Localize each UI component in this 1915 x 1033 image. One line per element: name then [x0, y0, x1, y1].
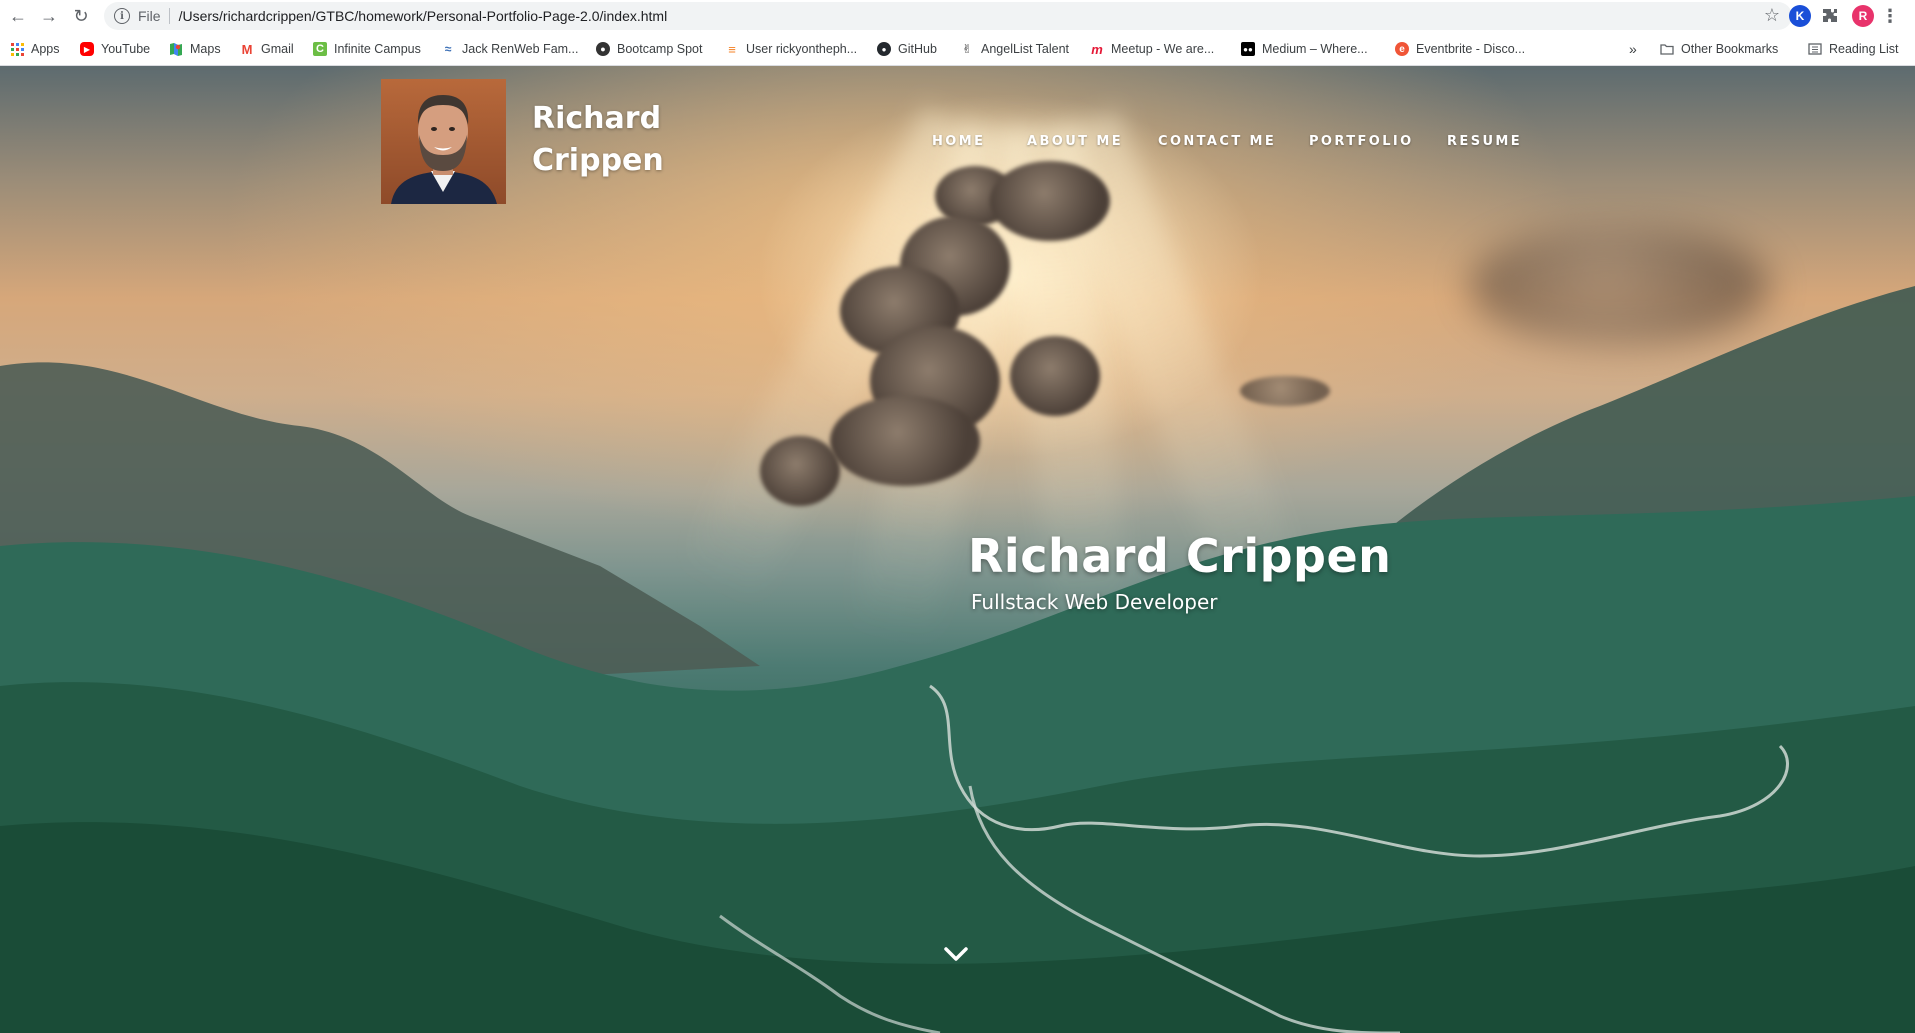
url-separator — [168, 8, 170, 24]
maps-icon — [169, 42, 183, 56]
stackoverflow-icon: ≡ — [728, 41, 736, 57]
bookmark-label: Other Bookmarks — [1681, 42, 1779, 56]
nav-contact-me[interactable]: CONTACT ME — [1158, 134, 1276, 149]
bookmark-label: Jack RenWeb Fam... — [462, 42, 579, 56]
reading-list-button[interactable]: Reading List — [1808, 32, 1899, 66]
bookmark-label: Apps — [31, 42, 60, 56]
renweb-icon: ≈ — [444, 42, 452, 56]
github-icon: ● — [877, 42, 891, 56]
back-arrow-icon[interactable]: ← — [6, 4, 30, 28]
site-navigation: HOME ABOUT ME CONTACT ME PORTFOLIO RESUM… — [0, 134, 1915, 158]
apps-grid-icon — [10, 42, 24, 56]
chevron-down-icon[interactable] — [941, 942, 971, 966]
eventbrite-icon: e — [1395, 42, 1409, 56]
youtube-icon: ▶ — [80, 42, 94, 56]
bookmark-maps[interactable]: Maps — [169, 32, 221, 66]
bookmark-github[interactable]: ● GitHub — [877, 32, 937, 66]
bookmarks-overflow-button[interactable]: » — [1629, 32, 1637, 66]
site-info-icon[interactable]: i — [114, 8, 130, 24]
profile-avatar[interactable]: R — [1852, 5, 1874, 27]
forward-arrow-icon[interactable]: → — [37, 4, 61, 28]
nav-home[interactable]: HOME — [932, 134, 985, 149]
bookmark-label: Bootcamp Spot — [617, 42, 703, 56]
folder-icon — [1660, 42, 1674, 56]
bookmark-label: AngelList Talent — [981, 42, 1070, 56]
bookmark-label: YouTube — [101, 42, 151, 56]
bookmark-meetup[interactable]: m Meetup - We are... — [1090, 32, 1214, 66]
address-bar[interactable]: i File /Users/richardcrippen/GTBC/homewo… — [104, 2, 1792, 30]
bookmark-apps[interactable]: Apps — [10, 32, 60, 66]
bookmark-infinite-campus[interactable]: C Infinite Campus — [313, 32, 421, 66]
bookmark-angellist[interactable]: ✌ AngelList Talent — [960, 32, 1069, 66]
nav-resume[interactable]: RESUME — [1447, 134, 1522, 149]
bookmark-eventbrite[interactable]: e Eventbrite - Disco... — [1395, 32, 1525, 66]
bookmark-star-icon[interactable]: ☆ — [1764, 5, 1780, 26]
bootcamp-spot-icon: ● — [596, 42, 610, 56]
mountain-landscape — [0, 286, 1915, 1033]
gmail-icon: M — [241, 41, 253, 57]
bookmark-stackoverflow[interactable]: ≡ User rickyontheph... — [725, 32, 857, 66]
kebab-menu-icon[interactable]: ⋮ — [1881, 5, 1899, 27]
reading-list-icon — [1808, 42, 1822, 56]
bookmark-label: Reading List — [1829, 42, 1899, 56]
bookmark-medium[interactable]: ●● Medium – Where... — [1241, 32, 1368, 66]
bookmark-label: Eventbrite - Disco... — [1416, 42, 1526, 56]
bookmark-label: User rickyontheph... — [746, 42, 858, 56]
hero-section: Richard Crippen HOME ABOUT ME CONTACT ME… — [0, 66, 1915, 1033]
extension-k-icon[interactable]: K — [1789, 5, 1811, 27]
medium-icon: ●● — [1241, 42, 1255, 56]
meetup-icon: m — [1091, 41, 1103, 57]
bookmark-renweb[interactable]: ≈ Jack RenWeb Fam... — [441, 32, 579, 66]
overflow-chevron-icon: » — [1629, 41, 1637, 57]
bookmark-bootcamp-spot[interactable]: ● Bootcamp Spot — [596, 32, 702, 66]
reload-icon[interactable]: ↻ — [69, 4, 93, 28]
nav-portfolio[interactable]: PORTFOLIO — [1309, 134, 1414, 149]
bookmark-label: Meetup - We are... — [1111, 42, 1215, 56]
nav-about-me[interactable]: ABOUT ME — [1027, 134, 1123, 149]
bookmark-gmail[interactable]: M Gmail — [240, 32, 294, 66]
infinite-campus-icon: C — [313, 42, 327, 56]
bookmark-label: Medium – Where... — [1262, 42, 1368, 56]
angellist-icon: ✌ — [961, 42, 973, 56]
browser-toolbar: ← → ↻ i File /Users/richardcrippen/GTBC/… — [0, 0, 1915, 32]
bookmark-youtube[interactable]: ▶ YouTube — [80, 32, 150, 66]
url-scheme: File — [138, 8, 161, 24]
extensions-puzzle-icon[interactable] — [1819, 5, 1841, 27]
hero-title: Richard Crippen — [968, 529, 1392, 583]
other-bookmarks-folder[interactable]: Other Bookmarks — [1660, 32, 1778, 66]
bookmark-label: Maps — [190, 42, 221, 56]
bookmarks-bar: Apps ▶ YouTube Maps M Gmail C Infinite C… — [0, 32, 1915, 66]
bookmark-label: GitHub — [898, 42, 937, 56]
bookmark-label: Infinite Campus — [334, 42, 421, 56]
hero-subtitle: Fullstack Web Developer — [971, 590, 1218, 614]
bookmark-label: Gmail — [261, 42, 294, 56]
url-text[interactable]: /Users/richardcrippen/GTBC/homework/Pers… — [179, 8, 668, 24]
